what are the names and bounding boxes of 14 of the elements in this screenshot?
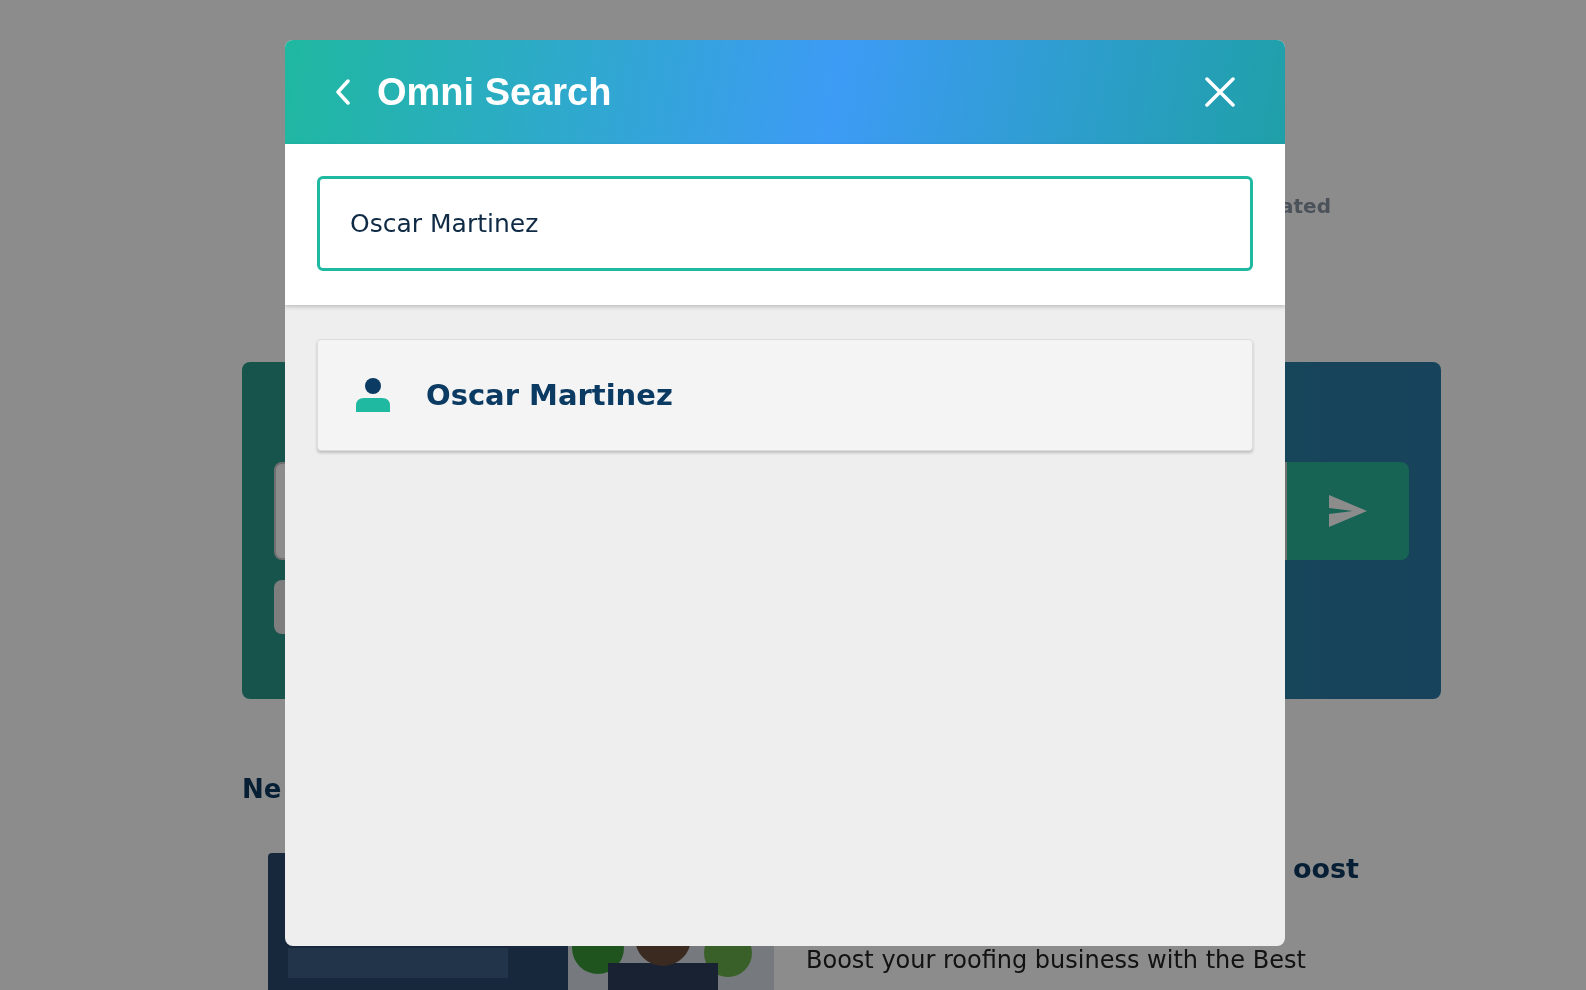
search-field[interactable]: Oscar Martinez	[317, 176, 1253, 271]
send-button[interactable]	[1287, 462, 1409, 560]
close-button[interactable]	[1205, 77, 1235, 107]
back-button[interactable]	[335, 79, 351, 105]
section-heading: Ne	[242, 774, 283, 804]
dialog-title: Omni Search	[377, 70, 613, 114]
result-item[interactable]: Oscar Martinez	[317, 339, 1253, 451]
result-label: Oscar Martinez	[426, 378, 673, 412]
article-title: oost	[1292, 853, 1360, 884]
send-icon	[1329, 495, 1367, 527]
back-icon	[335, 79, 351, 105]
article-summary: Boost your roofing business with the Best	[806, 946, 1307, 974]
person-icon	[356, 378, 390, 412]
close-icon	[1205, 77, 1235, 107]
